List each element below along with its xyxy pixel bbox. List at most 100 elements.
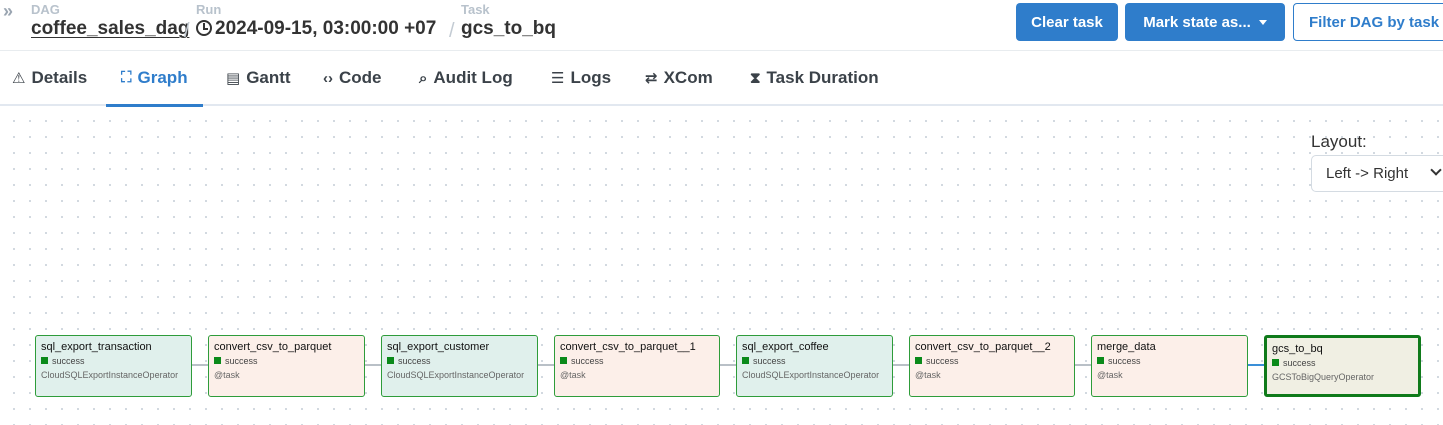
layout-label: Layout:: [1311, 132, 1367, 151]
task-name: sql_export_coffee: [742, 341, 829, 353]
tab-logs[interactable]: ☰ Logs: [551, 51, 611, 105]
task-operator: @task: [915, 370, 941, 380]
filter-dag-by-task-button[interactable]: Filter DAG by task: [1293, 3, 1443, 41]
success-icon: [214, 357, 221, 364]
run-timestamp: 2024-09-15, 03:00:00 +07: [215, 18, 437, 39]
task-node-sql-export-transaction[interactable]: sql_export_transaction success CloudSQLE…: [35, 335, 192, 397]
task-name: convert_csv_to_parquet__1: [560, 341, 696, 353]
tab-label: Graph: [137, 67, 188, 87]
task-node-convert-csv-to-parquet-1[interactable]: convert_csv_to_parquet__1 success @task: [554, 335, 720, 397]
clock-icon: [196, 20, 212, 36]
graph-edge: [892, 364, 910, 366]
clear-task-button[interactable]: Clear task: [1016, 3, 1118, 41]
gantt-icon: ▤: [226, 70, 241, 87]
tab-code[interactable]: ‹› Code: [323, 51, 382, 105]
task-node-sql-export-coffee[interactable]: sql_export_coffee success CloudSQLExport…: [736, 335, 893, 397]
tab-bar: ⚠ Details ⛶ Graph ▤ Gantt ‹› Code ⌕ Audit Log…: [0, 50, 1443, 107]
task-name: gcs_to_bq: [1272, 343, 1323, 355]
tab-details[interactable]: ⚠ Details: [12, 51, 87, 105]
layout-select-value: Left -> Right: [1326, 165, 1409, 182]
mark-state-button[interactable]: Mark state as...: [1125, 3, 1285, 41]
breadcrumb-dag-link[interactable]: coffee_sales_dag: [31, 18, 189, 40]
breadcrumb-task-value: gcs_to_bq: [461, 18, 557, 39]
breadcrumb-separator: /: [184, 20, 190, 42]
audit-log-icon: ⌕: [419, 69, 428, 87]
success-icon: [560, 357, 567, 364]
task-state-label: success: [225, 356, 258, 366]
task-name: convert_csv_to_parquet__2: [915, 341, 1051, 353]
caret-down-icon: [1258, 19, 1267, 25]
task-state: success: [1097, 355, 1242, 368]
xcom-icon: ⇄: [645, 70, 658, 87]
warning-triangle-icon: ⚠: [12, 70, 26, 87]
success-icon: [742, 357, 749, 364]
graph-edge: [719, 364, 737, 366]
task-state-label: success: [926, 356, 959, 366]
graph-edge: [364, 364, 382, 366]
success-icon: [1272, 359, 1279, 366]
tab-graph[interactable]: ⛶ Graph: [106, 51, 203, 107]
task-state-label: success: [1283, 358, 1316, 368]
breadcrumb-run[interactable]: Run 2024-09-15, 03:00:00 +07: [196, 3, 436, 40]
task-state: success: [214, 355, 359, 368]
graph-icon: ⛶: [121, 69, 132, 86]
dag-graph-canvas[interactable]: Layout: Left -> Right sql_export_transac…: [0, 107, 1443, 425]
tab-label: Gantt: [246, 68, 291, 87]
task-state-label: success: [571, 356, 604, 366]
graph-edge: [191, 364, 209, 366]
mark-state-label: Mark state as...: [1143, 13, 1251, 31]
tab-audit-log[interactable]: ⌕ Audit Log: [419, 51, 513, 105]
double-chevron-right-icon[interactable]: »: [3, 1, 13, 22]
breadcrumb-dag[interactable]: DAG coffee_sales_dag: [31, 3, 189, 40]
task-node-convert-csv-to-parquet-2[interactable]: convert_csv_to_parquet__2 success @task: [909, 335, 1075, 397]
task-node-sql-export-customer[interactable]: sql_export_customer success CloudSQLExpo…: [381, 335, 538, 397]
success-icon: [387, 357, 394, 364]
task-operator: @task: [1097, 370, 1123, 380]
task-name: sql_export_transaction: [41, 341, 152, 353]
breadcrumb-separator: /: [449, 20, 455, 42]
breadcrumb-run-kicker: Run: [196, 2, 222, 17]
breadcrumb-dag-kicker: DAG: [31, 2, 60, 17]
tab-label: Code: [339, 68, 382, 87]
success-icon: [41, 357, 48, 364]
task-operator: @task: [560, 370, 586, 380]
task-state: success: [1272, 357, 1413, 370]
tab-gantt[interactable]: ▤ Gantt: [226, 51, 291, 105]
task-state: success: [742, 355, 887, 368]
task-name: sql_export_customer: [387, 341, 490, 353]
task-state: success: [387, 355, 532, 368]
task-name: merge_data: [1097, 341, 1156, 353]
header: » DAG coffee_sales_dag / Run 2024-09-15,…: [0, 0, 1443, 50]
task-state-label: success: [753, 356, 786, 366]
tab-label: Task Duration: [766, 68, 879, 87]
graph-edge: [537, 364, 555, 366]
tab-task-duration[interactable]: ⧗ Task Duration: [750, 51, 879, 105]
task-state-label: success: [1108, 356, 1141, 366]
task-node-gcs-to-bq-selected[interactable]: gcs_to_bq success GCSToBigQueryOperator: [1264, 335, 1421, 397]
success-icon: [915, 357, 922, 364]
task-operator: CloudSQLExportInstanceOperator: [41, 370, 179, 380]
hourglass-icon: ⧗: [750, 69, 761, 87]
task-node-convert-csv-to-parquet[interactable]: convert_csv_to_parquet success @task: [208, 335, 365, 397]
chevron-down-icon: [1430, 164, 1442, 176]
breadcrumb-task: Task gcs_to_bq: [461, 3, 556, 40]
breadcrumb-run-value[interactable]: 2024-09-15, 03:00:00 +07: [196, 18, 436, 40]
task-operator: GCSToBigQueryOperator: [1272, 372, 1375, 382]
tab-xcom[interactable]: ⇄ XCom: [645, 51, 713, 105]
task-state-label: success: [52, 356, 85, 366]
task-state: success: [915, 355, 1069, 368]
breadcrumb-task-kicker: Task: [461, 2, 490, 17]
success-icon: [1097, 357, 1104, 364]
layout-select[interactable]: Left -> Right: [1311, 155, 1443, 192]
task-state-label: success: [398, 356, 431, 366]
task-operator: CloudSQLExportInstanceOperator: [387, 370, 525, 380]
task-node-merge-data[interactable]: merge_data success @task: [1091, 335, 1248, 397]
code-icon: ‹›: [323, 69, 333, 87]
tab-label: Details: [31, 68, 88, 87]
tab-label: Audit Log: [433, 68, 513, 87]
task-state: success: [560, 355, 714, 368]
tab-label: Logs: [570, 68, 612, 87]
tab-label: XCom: [663, 68, 713, 87]
task-operator: CloudSQLExportInstanceOperator: [742, 370, 880, 380]
task-state: success: [41, 355, 186, 368]
